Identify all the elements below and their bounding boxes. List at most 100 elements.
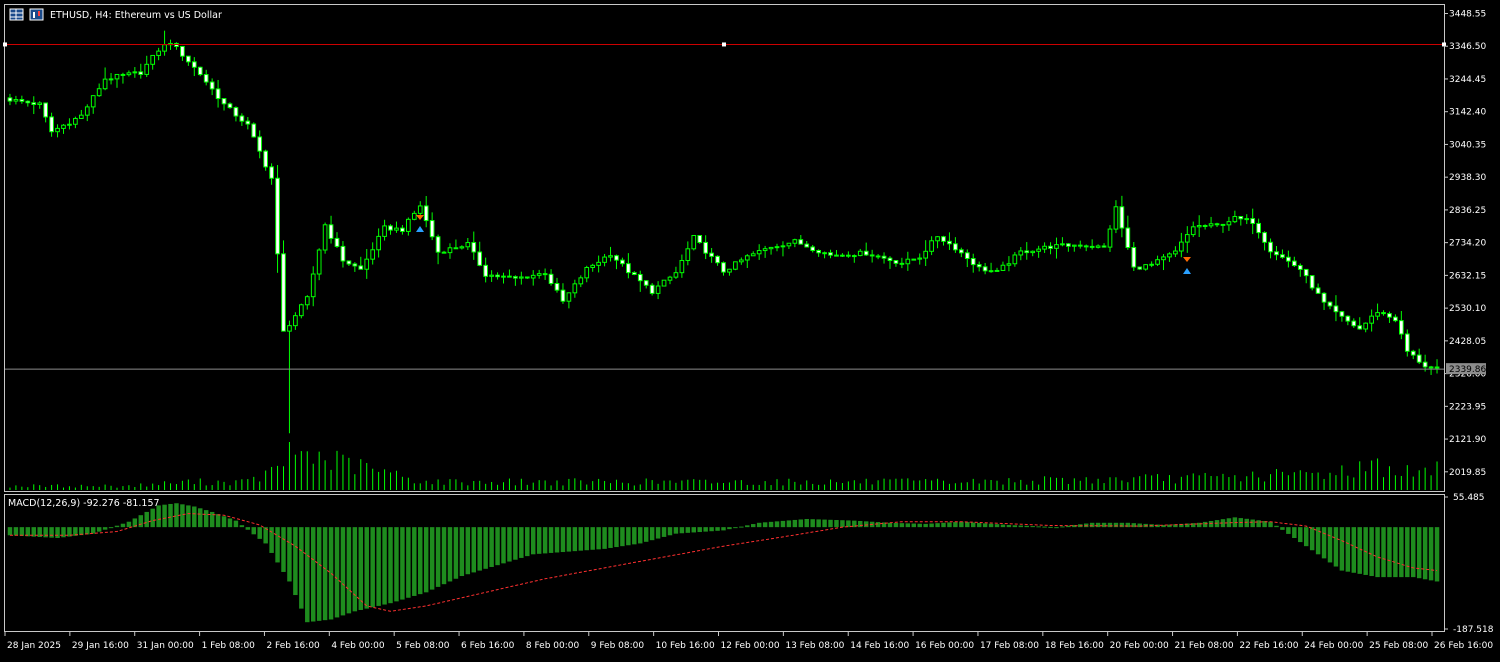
macd-bar — [858, 520, 863, 528]
macd-bar — [893, 522, 899, 528]
macd-bar — [584, 527, 589, 551]
candle — [281, 240, 286, 332]
macd-bar — [715, 527, 720, 531]
macd-bar — [55, 527, 60, 539]
macd-bar — [727, 527, 732, 530]
macd-bar — [19, 527, 25, 536]
macd-bar — [245, 527, 251, 530]
macd-bar — [530, 527, 536, 555]
macd-bar — [1250, 519, 1255, 528]
time-axis-label: 26 Feb 16:00 — [1434, 641, 1493, 651]
candle — [322, 222, 328, 254]
price-axis-label: 3448.55 — [1449, 9, 1486, 19]
macd-bar — [483, 527, 488, 569]
macd-bar — [423, 527, 429, 593]
macd-bar — [513, 527, 518, 560]
macd-bar — [495, 527, 500, 566]
macd-bar — [1018, 525, 1024, 528]
chart-canvas[interactable]: 3448.55 3346.50 3244.45 3142.40 3040.35 2938.… — [0, 0, 1500, 658]
candle — [661, 279, 667, 287]
macd-bar — [412, 527, 417, 596]
macd-bar — [1339, 527, 1345, 571]
macd-bar — [346, 527, 352, 614]
macd-bar — [649, 527, 655, 541]
macd-bar — [96, 527, 102, 532]
macd-bar — [435, 527, 441, 587]
price-axis-label: 2632.15 — [1449, 271, 1486, 281]
price-axis-label: 2938.30 — [1449, 173, 1486, 183]
macd-bar — [1327, 527, 1333, 563]
macd-bar — [13, 527, 19, 536]
macd-bar — [685, 527, 691, 533]
time-axis-label: 12 Feb 00:00 — [721, 641, 780, 651]
macd-axis-label: -187.518 — [1453, 625, 1494, 635]
macd-bar — [1387, 527, 1392, 578]
macd-bar — [697, 527, 702, 533]
macd-bar — [1309, 527, 1315, 551]
macd-bar — [358, 527, 364, 610]
macd-bar — [150, 508, 155, 528]
macd-bar — [638, 527, 643, 544]
macd-bar — [1280, 527, 1285, 530]
macd-bar — [114, 525, 120, 528]
macd-bar — [608, 527, 613, 548]
macd-bar — [542, 527, 548, 554]
macd-bar — [626, 527, 631, 546]
macd-bar — [287, 527, 292, 582]
macd-bar — [305, 527, 310, 623]
macd-bar — [667, 527, 673, 536]
macd-bar — [965, 522, 970, 528]
macd-bar — [679, 527, 685, 534]
time-axis-label: 20 Feb 00:00 — [1110, 641, 1169, 651]
macd-bar — [85, 527, 90, 535]
macd-bar — [1298, 527, 1303, 543]
macd-bar — [239, 525, 245, 528]
macd-bar — [90, 527, 96, 534]
macd-bar — [525, 527, 530, 557]
price-axis-label: 2836.25 — [1449, 206, 1486, 216]
price-axis-label: 2223.95 — [1449, 402, 1486, 412]
horizontal-line-handle-mid[interactable] — [722, 42, 726, 47]
trading-chart[interactable]: 3448.55 3346.50 3244.45 3142.40 3040.35 2938.… — [0, 0, 1500, 658]
time-axis-label: 31 Jan 00:00 — [137, 641, 194, 651]
macd-bar — [418, 527, 423, 595]
time-axis-label: 4 Feb 00:00 — [331, 641, 385, 651]
macd-bar — [572, 527, 578, 552]
macd-bar — [227, 518, 233, 528]
macd-bar — [233, 520, 239, 528]
macd-bar — [49, 527, 54, 538]
macd-bar — [1208, 520, 1214, 528]
current-price-tag: 2339.86 — [1446, 363, 1486, 375]
macd-bar — [1048, 526, 1053, 528]
macd-bar — [673, 527, 679, 534]
macd-bar — [560, 527, 566, 553]
symbol-title: ETHUSD, H4: Ethereum vs US Dollar — [50, 10, 222, 21]
candle — [1309, 275, 1315, 291]
macd-bar — [768, 521, 774, 528]
macd-bar — [334, 527, 340, 618]
macd-bar — [1000, 524, 1006, 528]
macd-bar — [489, 527, 494, 567]
price-axis-label: 2428.05 — [1449, 337, 1486, 347]
macd-bar — [1089, 522, 1095, 528]
horizontal-line-handle-left[interactable] — [3, 42, 7, 47]
time-axis-label: 17 Feb 08:00 — [980, 641, 1039, 651]
time-axis-label: 21 Feb 08:00 — [1175, 641, 1234, 651]
macd-bar — [102, 527, 108, 530]
macd-bar — [1369, 527, 1374, 577]
macd-bar — [352, 527, 358, 612]
macd-bar — [281, 527, 286, 572]
macd-bar — [459, 527, 465, 577]
macd-axis-label: 55.485 — [1453, 493, 1485, 503]
macd-bar — [840, 520, 845, 528]
chart-grid-icon[interactable] — [9, 8, 24, 21]
macd-bar — [655, 527, 661, 539]
macd-bar — [548, 527, 554, 553]
macd-bar — [441, 527, 447, 585]
chart-type-icon[interactable] — [29, 8, 44, 21]
macd-bar — [108, 527, 114, 529]
macd-bar — [846, 520, 851, 528]
macd-bar — [935, 523, 940, 528]
macd-bar — [643, 527, 649, 542]
macd-bar — [1012, 525, 1018, 528]
